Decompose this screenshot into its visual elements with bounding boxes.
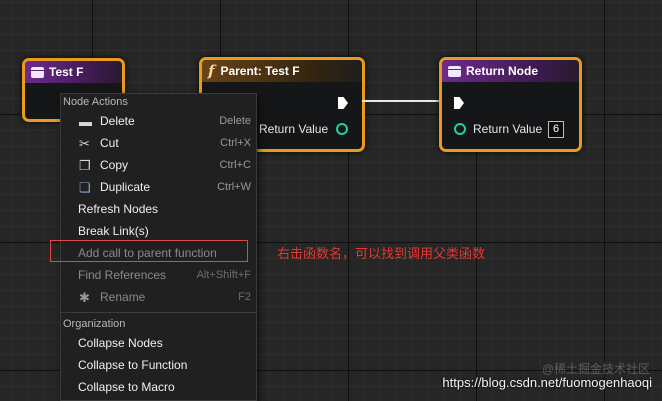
menu-item-copy[interactable]: ❐ Copy Ctrl+C xyxy=(61,154,256,176)
menu-item-label: Collapse Nodes xyxy=(78,336,163,350)
menu-item-delete[interactable]: ▬ Delete Delete xyxy=(61,110,256,132)
menu-item-label: Break Link(s) xyxy=(78,224,149,238)
menu-item-shortcut: Ctrl+C xyxy=(219,159,251,171)
annotation-text: 右击函数名，可以找到调用父类函数 xyxy=(277,247,486,262)
menu-item-label: Cut xyxy=(100,136,119,150)
test-f-node-header[interactable]: Test F xyxy=(25,61,122,83)
return-value-field[interactable]: 6 xyxy=(548,121,564,138)
menu-item-collapse-to-function[interactable]: Collapse to Function xyxy=(61,354,256,376)
menu-item-label: Find References xyxy=(78,268,167,282)
menu-item-find-references[interactable]: Find References Alt+Shift+F xyxy=(61,264,256,286)
function-glyph-icon: f xyxy=(208,62,215,80)
parent-return-value-label: Return Value xyxy=(259,122,329,136)
menu-item-shortcut: Ctrl+X xyxy=(220,137,251,149)
menu-item-cut[interactable]: ✂ Cut Ctrl+X xyxy=(61,132,256,154)
menu-item-break-links[interactable]: Break Link(s) xyxy=(61,220,256,242)
menu-item-label: Collapse to Macro xyxy=(78,380,175,394)
menu-item-collapse-nodes[interactable]: Collapse Nodes xyxy=(61,332,256,354)
menu-item-shortcut: Alt+Shift+F xyxy=(196,269,251,281)
annotation-highlight-box xyxy=(50,240,248,262)
menu-item-label: Duplicate xyxy=(100,180,151,194)
parent-node-header[interactable]: f Parent: Test F xyxy=(202,60,362,82)
return-value-label: Return Value xyxy=(473,122,543,136)
menu-item-label: Refresh Nodes xyxy=(78,202,159,216)
return-node-title: Return Node xyxy=(466,64,538,78)
scissors-icon: ✂ xyxy=(79,136,90,151)
menu-item-collapse-to-macro[interactable]: Collapse to Macro xyxy=(61,376,256,398)
section-node-actions: Node Actions xyxy=(63,96,128,108)
copy-icon: ❐ xyxy=(79,158,91,173)
menu-item-label: Copy xyxy=(100,158,129,172)
menu-item-rename[interactable]: ✱ Rename F2 xyxy=(61,286,256,308)
menu-item-label: Delete xyxy=(100,114,135,128)
trash-icon: ▬ xyxy=(79,114,92,129)
menu-separator xyxy=(61,312,256,313)
exec-out-pin[interactable] xyxy=(338,97,348,109)
menu-item-label: Rename xyxy=(100,290,146,304)
menu-item-duplicate[interactable]: ❏ Duplicate Ctrl+W xyxy=(61,176,256,198)
menu-item-shortcut: F2 xyxy=(238,291,251,303)
return-node[interactable]: Return Node Return Value 6 xyxy=(439,57,582,152)
menu-item-label: Collapse to Function xyxy=(78,358,188,372)
menu-item-refresh-nodes[interactable]: Refresh Nodes xyxy=(61,198,256,220)
parent-return-value-pin[interactable] xyxy=(336,123,348,135)
return-value-pin[interactable] xyxy=(454,123,466,135)
duplicate-icon: ❏ xyxy=(79,180,91,195)
rename-icon: ✱ xyxy=(79,290,90,305)
return-node-header[interactable]: Return Node xyxy=(442,60,579,82)
parent-node-title: Parent: Test F xyxy=(220,64,300,78)
test-f-node-title: Test F xyxy=(49,65,84,79)
exec-wire xyxy=(362,100,440,102)
function-entry-icon xyxy=(31,66,44,78)
section-organization: Organization xyxy=(63,318,126,330)
watermark: https://blog.csdn.net/fuomogenhaoqi xyxy=(442,375,652,390)
exec-in-pin[interactable] xyxy=(454,97,464,109)
return-node-icon xyxy=(448,65,461,77)
menu-item-shortcut: Ctrl+W xyxy=(217,181,251,193)
menu-item-shortcut: Delete xyxy=(219,115,251,127)
